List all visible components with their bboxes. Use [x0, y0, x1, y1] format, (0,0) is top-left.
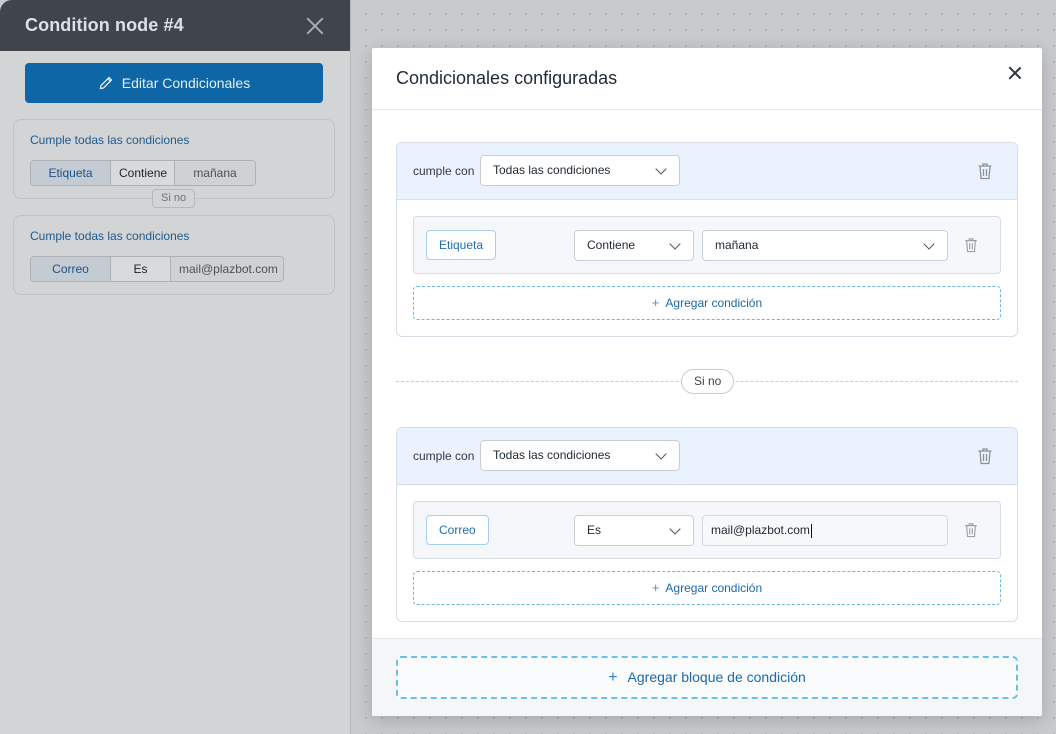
field-tag[interactable]: Etiqueta	[426, 230, 497, 260]
edit-conditions-button[interactable]: Editar Condicionales	[25, 63, 323, 103]
match-select-value: Todas las condiciones	[493, 448, 611, 462]
field-tag[interactable]: Correo	[426, 515, 489, 545]
close-icon[interactable]	[1008, 66, 1022, 80]
card-title: Cumple todas las condiciones	[30, 229, 190, 243]
close-icon[interactable]	[306, 17, 324, 35]
add-condition-block-button[interactable]: + Agregar bloque de condición	[396, 656, 1018, 699]
card-title: Cumple todas las condiciones	[30, 133, 190, 147]
condition-summary-card[interactable]: Cumple todas las condiciones Etiqueta Co…	[13, 119, 335, 199]
text-caret	[810, 523, 812, 538]
block-header: cumple con Todas las condiciones	[397, 143, 1017, 200]
chevron-down-icon	[655, 163, 667, 175]
condition-chips: Etiqueta Contiene mañana	[30, 160, 256, 186]
chip-operator: Contiene	[111, 161, 175, 185]
chevron-down-icon	[669, 238, 681, 250]
condition-row: Etiqueta Contiene mañana	[413, 216, 1001, 274]
add-block-label: Agregar bloque de condición	[627, 669, 806, 685]
chip-operator: Es	[111, 257, 171, 281]
condition-block: cumple con Todas las condiciones Etiquet…	[396, 142, 1018, 337]
else-badge: Si no	[152, 189, 196, 208]
side-panel-title: Condition node #4	[25, 15, 184, 35]
plus-icon: +	[608, 669, 618, 686]
add-condition-label: Agregar condición	[665, 581, 763, 595]
operator-select-value: Contiene	[587, 238, 636, 252]
match-select[interactable]: Todas las condiciones	[480, 440, 680, 471]
chevron-down-icon	[923, 238, 935, 250]
side-panel-header: Condition node #4	[0, 0, 350, 51]
operator-select-value: Es	[587, 523, 602, 537]
edit-conditions-label: Editar Condicionales	[121, 75, 251, 91]
add-condition-button[interactable]: + Agregar condición	[413, 286, 1001, 320]
condition-row: Correo Es mail@plazbot.com	[413, 501, 1001, 559]
condition-chips: Correo Es mail@plazbot.com	[30, 256, 284, 282]
value-select-value: mañana	[715, 238, 759, 252]
value-select[interactable]: mañana	[702, 230, 948, 261]
modal-footer: + Agregar bloque de condición	[372, 638, 1042, 716]
conditions-modal: Condicionales configuradas cumple con To…	[372, 48, 1042, 716]
plus-icon: +	[651, 295, 660, 310]
chip-field: Etiqueta	[31, 161, 111, 185]
plus-icon: +	[651, 580, 660, 595]
match-select-value: Todas las condiciones	[493, 163, 611, 177]
pencil-icon	[99, 76, 113, 90]
trash-icon[interactable]	[977, 162, 993, 180]
chevron-down-icon	[669, 523, 681, 535]
match-label: cumple con	[413, 164, 475, 178]
add-condition-label: Agregar condición	[665, 296, 763, 310]
chip-value: mail@plazbot.com	[171, 257, 283, 281]
modal-header: Condicionales configuradas	[372, 48, 1042, 110]
operator-select[interactable]: Es	[574, 515, 694, 546]
add-condition-button[interactable]: + Agregar condición	[413, 571, 1001, 605]
modal-title: Condicionales configuradas	[396, 68, 618, 88]
value-input[interactable]: mail@plazbot.com	[702, 515, 948, 546]
trash-icon[interactable]	[977, 447, 993, 465]
trash-icon[interactable]	[964, 522, 978, 538]
trash-icon[interactable]	[964, 237, 978, 253]
condition-summary-card[interactable]: Cumple todas las condiciones Correo Es m…	[13, 215, 335, 295]
match-select[interactable]: Todas las condiciones	[480, 155, 680, 186]
chip-field: Correo	[31, 257, 111, 281]
chip-value: mañana	[175, 161, 255, 185]
chevron-down-icon	[655, 448, 667, 460]
value-input-text: mail@plazbot.com	[711, 523, 810, 537]
else-badge: Si no	[681, 369, 735, 394]
condition-block: cumple con Todas las condiciones Correo …	[396, 427, 1018, 622]
condition-side-panel: Condition node #4 Editar Condicionales C…	[0, 0, 351, 734]
block-header: cumple con Todas las condiciones	[397, 428, 1017, 485]
match-label: cumple con	[413, 449, 475, 463]
operator-select[interactable]: Contiene	[574, 230, 694, 261]
